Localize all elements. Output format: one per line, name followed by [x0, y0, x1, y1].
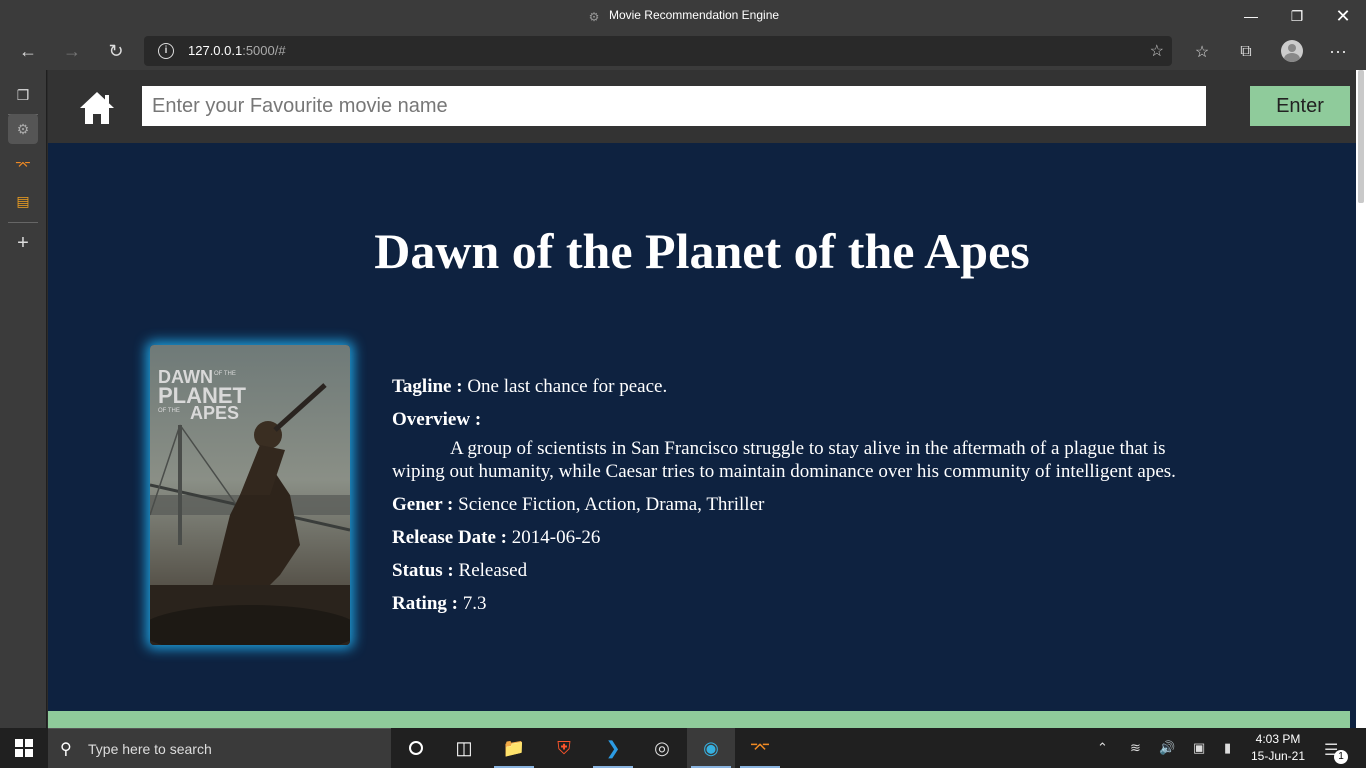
rating-label: Rating : — [392, 593, 458, 614]
web-page: Enter Dawn of the Planet of the Apes — [48, 70, 1356, 728]
tab-jupyter[interactable]: ⌤ — [8, 150, 38, 180]
release-date-value: 2014-06-26 — [511, 527, 601, 548]
poster-title-word: APES — [190, 403, 239, 423]
minimize-button[interactable]: — — [1228, 0, 1274, 32]
poster-title-small: OF THE — [158, 408, 180, 414]
status-label: Status : — [392, 560, 454, 581]
vertical-tabs-sidebar: ❐ ⚙ ⌤ ▤ + — [0, 70, 47, 728]
restore-button[interactable]: ❐ — [1274, 0, 1320, 32]
genre-value: Science Fiction, Action, Drama, Thriller — [458, 494, 765, 515]
collections-icon[interactable]: ⧉ — [1232, 38, 1260, 66]
status-value: Released — [458, 560, 528, 581]
close-window-button[interactable]: ✕ — [1320, 0, 1366, 32]
url-path: :5000/# — [242, 43, 286, 58]
system-clock[interactable]: 4:03 PM 15-Jun-21 — [1246, 731, 1310, 765]
overview-row: Overview : — [392, 408, 1222, 431]
window-title-text: Movie Recommendation Engine — [608, 8, 780, 22]
movie-poster: DAWN OF THE PLANET OF THE APES — [150, 345, 350, 645]
rating-value: 7.3 — [462, 593, 487, 614]
movie-search-input[interactable] — [142, 86, 1206, 126]
cortana-icon[interactable] — [392, 728, 440, 768]
file-explorer-icon[interactable]: 📁 — [490, 728, 538, 768]
taskbar-search-text: Type here to search — [88, 741, 212, 757]
tagline-label: Tagline : — [392, 376, 463, 397]
clock-date: 15-Jun-21 — [1250, 749, 1306, 763]
rating-row: Rating : 7.3 — [392, 592, 1222, 615]
release-date-row: Release Date : 2014-06-26 — [392, 526, 1222, 549]
genre-row: Gener : Science Fiction, Action, Drama, … — [392, 493, 1222, 516]
browser-toolbar: ← → ↻ i 127.0.0.1:5000/# ☆ ☆ ⧉ ⋯ — [0, 32, 1366, 70]
enter-button[interactable]: Enter — [1250, 86, 1350, 126]
tab-movie-recommendation[interactable]: ⚙ — [8, 114, 38, 144]
edge-browser-icon[interactable]: ◉ — [687, 728, 735, 768]
windows-logo-icon — [15, 739, 33, 757]
recommendations-section-bar — [48, 711, 1350, 728]
new-tab-button[interactable]: + — [8, 228, 38, 258]
taskbar-search-box[interactable]: ⚲ Type here to search — [48, 728, 391, 768]
notification-count-badge: 1 — [1334, 750, 1348, 764]
refresh-button[interactable]: ↻ — [100, 36, 132, 66]
forward-button[interactable]: → — [56, 36, 88, 66]
tagline-value: One last chance for peace. — [467, 376, 668, 397]
address-bar[interactable]: i 127.0.0.1:5000/# ☆ — [144, 36, 1172, 66]
url-host: 127.0.0.1 — [188, 43, 243, 58]
show-hidden-icons-icon[interactable]: ⌃ — [1097, 740, 1108, 756]
poster-image: DAWN OF THE PLANET OF THE APES — [150, 345, 350, 645]
sidebar-divider — [8, 222, 38, 223]
overview-label: Overview : — [392, 409, 482, 430]
profile-avatar[interactable] — [1281, 40, 1303, 62]
scrollbar-thumb[interactable] — [1358, 70, 1364, 203]
vscode-icon[interactable]: ❯ — [589, 728, 637, 768]
back-button[interactable]: ← — [12, 36, 44, 66]
overview-value: A group of scientists in San Francisco s… — [392, 438, 1176, 482]
status-row: Status : Released — [392, 559, 1222, 582]
genre-label: Gener : — [392, 494, 454, 515]
media-player-icon[interactable]: ◎ — [638, 728, 686, 768]
tab-notebook[interactable]: ▤ — [8, 186, 38, 216]
brave-browser-icon[interactable]: ⛨ — [540, 728, 588, 768]
battery-icon[interactable]: ▮ — [1224, 740, 1231, 756]
task-view-icon[interactable]: ◫ — [440, 728, 488, 768]
site-favicon-icon: ⚙ — [588, 10, 600, 24]
tab-actions-icon[interactable]: ❐ — [8, 80, 38, 110]
window-title-bar: ⚙ Movie Recommendation Engine — ❐ ✕ — [0, 0, 1366, 32]
favorites-icon[interactable]: ☆ — [1188, 38, 1216, 66]
movie-title: Dawn of the Planet of the Apes — [374, 223, 1030, 279]
meet-now-icon[interactable]: ▣ — [1193, 740, 1205, 756]
movie-details: Tagline : One last chance for peace. Ove… — [392, 375, 1222, 625]
windows-taskbar: ⚲ Type here to search ◫ 📁 ⛨ ❯ ◎ ◉ ⌤ ⌃ ≋ … — [0, 728, 1366, 768]
site-info-icon[interactable]: i — [158, 43, 174, 59]
start-button[interactable] — [0, 728, 48, 768]
address-url[interactable]: 127.0.0.1:5000/# — [188, 43, 286, 58]
add-favorite-icon[interactable]: ☆ — [1150, 41, 1164, 61]
volume-icon[interactable]: 🔊 — [1159, 740, 1175, 756]
release-date-label: Release Date : — [392, 527, 508, 548]
settings-more-icon[interactable]: ⋯ — [1324, 38, 1352, 66]
window-title: ⚙ Movie Recommendation Engine — [0, 8, 1366, 24]
tagline-row: Tagline : One last chance for peace. — [392, 375, 1222, 398]
site-navbar: Enter — [48, 70, 1356, 143]
wifi-icon[interactable]: ≋ — [1130, 740, 1141, 756]
search-icon: ⚲ — [60, 741, 72, 758]
clock-time: 4:03 PM — [1255, 732, 1301, 746]
jupyter-icon[interactable]: ⌤ — [736, 728, 784, 768]
home-icon[interactable] — [78, 90, 116, 126]
poster-title-small: OF THE — [214, 371, 236, 377]
